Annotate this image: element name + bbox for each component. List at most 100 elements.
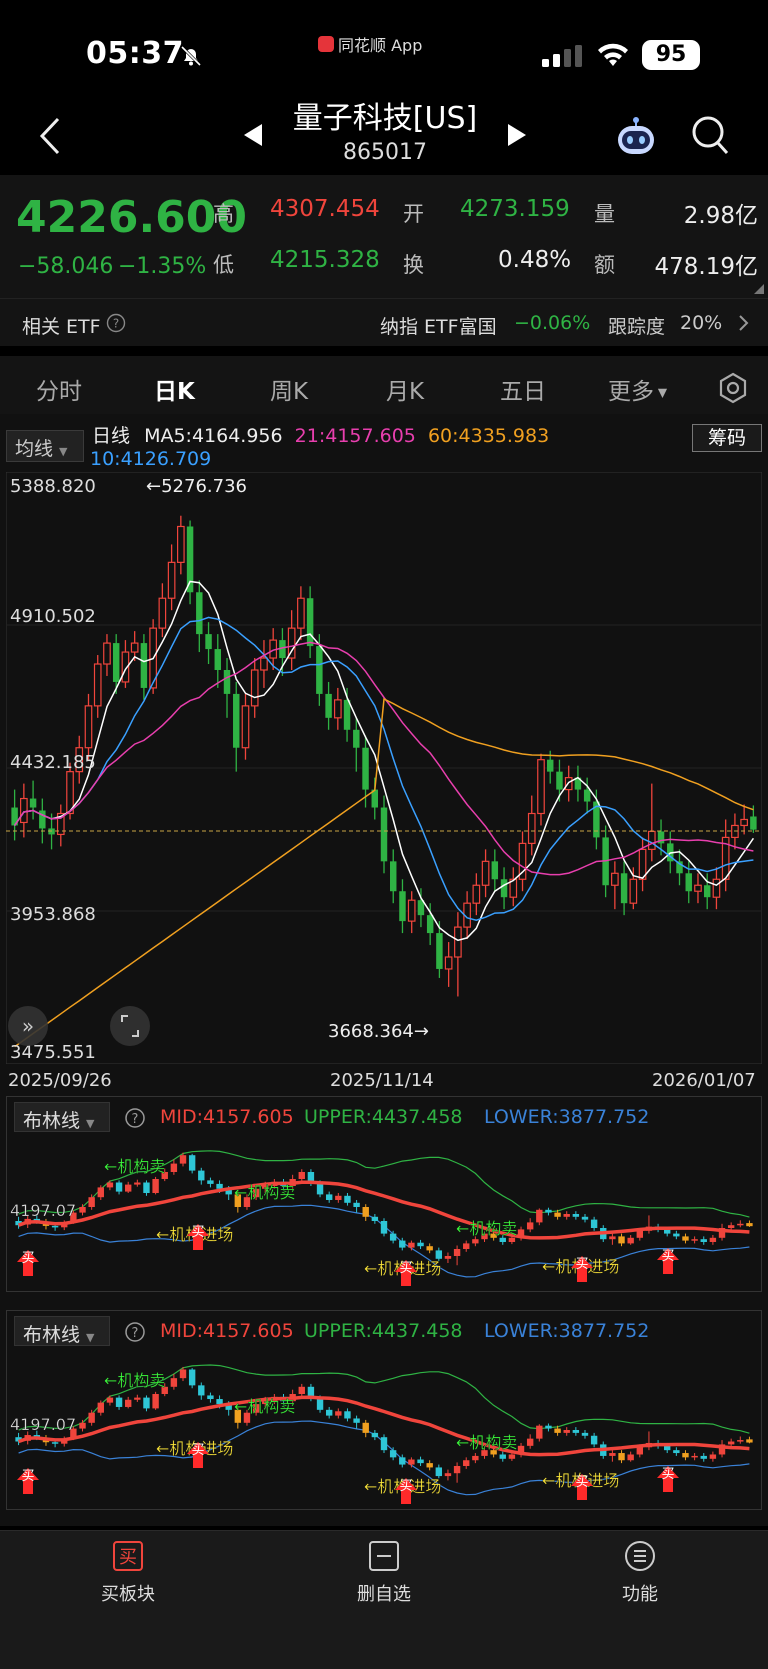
fullscreen-icon[interactable] <box>110 1006 150 1046</box>
tab-monthly-k[interactable]: 月K <box>386 372 424 406</box>
ma-legend: 日线 MA5:4164.956 21:4157.605 60:4335.983 <box>92 424 692 448</box>
boll-chart-1[interactable]: 4197.07←机构卖←机构卖←机构进场←机构卖←机构进场←机构进场买买买买买 <box>8 1138 760 1290</box>
boll-candle-body <box>371 1216 379 1221</box>
tab-daily-k[interactable]: 日K <box>154 372 195 406</box>
boll-candle-body <box>362 1422 369 1433</box>
candle-body <box>611 872 619 886</box>
ma-indicator-select[interactable]: 均线 ▼ <box>6 430 84 462</box>
boll-candle-body <box>636 1230 643 1238</box>
boll-candle-body <box>627 1237 634 1244</box>
volume-value: 2.98亿 <box>683 203 758 229</box>
candle-body <box>20 797 28 824</box>
help-icon[interactable]: ? <box>106 313 126 333</box>
tab-more[interactable]: 更多 ▼ <box>608 372 667 406</box>
boll-candle-body <box>636 1447 643 1455</box>
boll-candle-body <box>170 1163 178 1172</box>
remove-watchlist-button[interactable]: 删自选 <box>324 1540 444 1606</box>
svg-text:?: ? <box>113 317 119 331</box>
tab-intraday[interactable]: 分时 <box>36 372 82 406</box>
remove-watchlist-icon <box>369 1541 399 1571</box>
candle-body <box>333 699 342 719</box>
boll-candle-body <box>417 1459 424 1464</box>
boll-candle-body <box>380 1437 388 1451</box>
boll-candle-body <box>609 1236 616 1240</box>
candle-body <box>380 807 388 862</box>
tab-weekly-k[interactable]: 周K <box>270 372 308 406</box>
open-label: 开 <box>403 202 424 226</box>
boll-chart-2[interactable]: 4197.07←机构卖←机构卖←机构进场←机构卖←机构进场←机构进场买买买买买 <box>8 1352 760 1508</box>
buy-arrow-icon: 买 <box>657 1248 679 1274</box>
app-logo-icon <box>318 36 334 52</box>
boll-candle-body <box>426 1463 433 1468</box>
boll-candle-body <box>664 1445 671 1451</box>
boll-candle-body <box>581 1432 589 1436</box>
boll-y-label: 4197.07 <box>10 1415 76 1434</box>
functions-button[interactable]: 功能 <box>580 1540 700 1606</box>
help-icon[interactable]: ? <box>124 1321 146 1343</box>
boll-candle-body <box>207 1395 214 1400</box>
y-label-3: 4432.185 <box>10 752 96 773</box>
boll-candle-body <box>106 1182 114 1188</box>
boll-candle-body <box>554 1428 561 1433</box>
candle-body <box>647 830 656 850</box>
next-stock-icon[interactable] <box>506 122 528 148</box>
ma5-value: MA5:4164.956 <box>144 425 283 447</box>
search-icon[interactable] <box>690 114 730 156</box>
boll-y-label: 4197.07 <box>10 1201 76 1220</box>
open-value: 4273.159 <box>460 196 570 222</box>
stock-title-block: 量子科技[US] 865017 <box>240 100 530 168</box>
signal-institution-sell: ←机构卖 <box>234 1397 295 1416</box>
back-arrow-icon[interactable] <box>36 113 66 159</box>
boll-select-2[interactable]: 布林线 ▼ <box>14 1316 110 1346</box>
candle-body <box>407 899 416 922</box>
candle-body <box>694 884 702 892</box>
boll-candle-body <box>143 1182 150 1193</box>
candle-body <box>214 649 222 670</box>
boll-candle-body <box>545 1209 552 1213</box>
boll-select-1[interactable]: 布林线 ▼ <box>14 1102 110 1132</box>
candle-body <box>436 933 443 969</box>
boll-candle-body <box>453 1249 461 1256</box>
kline-chart[interactable]: 5388.820 4910.502 4432.185 3953.868 3475… <box>6 472 762 1064</box>
candle-body <box>250 669 259 707</box>
buy-sector-button[interactable]: 买 买板块 <box>68 1540 188 1606</box>
etf-name[interactable]: 纳指 ETF富国 <box>380 312 497 339</box>
boll-candle-body <box>554 1212 561 1217</box>
buy-arrow-icon: 买 <box>17 1468 39 1494</box>
boll-lower-2: LOWER:3877.752 <box>484 1320 650 1342</box>
high-value: 4307.454 <box>270 196 380 222</box>
collapse-button[interactable]: » <box>8 1006 48 1046</box>
volume-label: 量 <box>594 202 615 226</box>
chevron-right-icon[interactable] <box>738 314 750 332</box>
ai-assistant-icon[interactable] <box>612 112 660 160</box>
buy-signal-label: 买 <box>399 1261 412 1276</box>
boll-candle-body <box>691 1455 698 1458</box>
signal-institution-sell: ←机构卖 <box>104 1371 165 1390</box>
candle-body <box>325 693 332 718</box>
boll-candle-body <box>435 1250 443 1259</box>
boll-select-label: 布林线 <box>23 1324 81 1346</box>
boll-candle-body <box>417 1242 424 1247</box>
boll-candle-body <box>563 1214 570 1217</box>
boll-candle-body <box>106 1397 114 1403</box>
turnover-label: 换 <box>403 253 424 277</box>
candle-body <box>177 525 185 563</box>
candle-body <box>84 705 93 749</box>
settings-hex-icon[interactable] <box>716 371 750 405</box>
boll-candle-body <box>51 1225 59 1228</box>
boll-candle-body <box>691 1239 698 1241</box>
boll-candle-body <box>536 1209 543 1223</box>
buy-signal-label: 买 <box>575 1257 588 1272</box>
boll-candle-body <box>353 1202 360 1207</box>
low-marker: 3668.364→ <box>328 1021 429 1042</box>
buy-signal-label: 买 <box>21 1251 34 1266</box>
boll-candle-body <box>463 1243 470 1249</box>
help-icon[interactable]: ? <box>124 1107 146 1129</box>
tab-five-day[interactable]: 五日 <box>500 372 546 406</box>
buy-arrow-icon: 买 <box>17 1250 39 1276</box>
chips-button[interactable]: 筹码 <box>692 424 762 452</box>
price-change-pct: −1.35% <box>118 254 207 279</box>
caret-down-icon: ▼ <box>59 445 68 458</box>
boll-candle-body <box>344 1411 351 1419</box>
candle-body <box>353 729 360 748</box>
